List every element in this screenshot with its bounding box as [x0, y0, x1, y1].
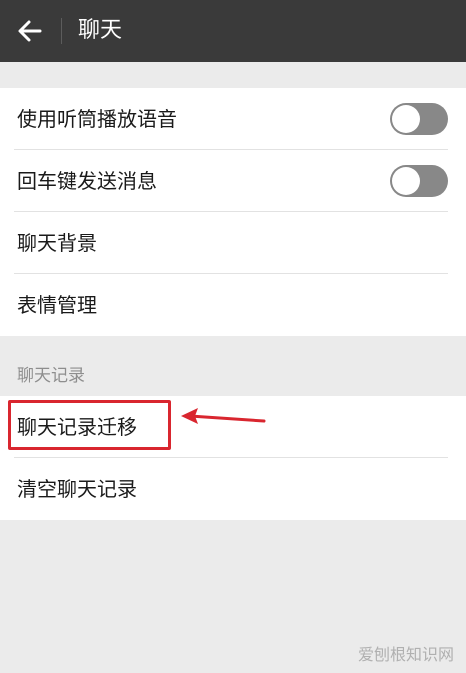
- settings-item-sticker-management[interactable]: 表情管理: [0, 274, 466, 336]
- toggle-knob: [392, 167, 420, 195]
- enter-to-send-toggle[interactable]: [390, 165, 448, 197]
- settings-item-enter-to-send[interactable]: 回车键发送消息: [0, 150, 466, 212]
- section-header-chat-history: 聊天记录: [17, 366, 85, 386]
- red-arrow-icon: [178, 404, 268, 434]
- toggle-knob: [392, 105, 420, 133]
- settings-item-label: 使用听筒播放语音: [17, 107, 177, 131]
- settings-item-label: 回车键发送消息: [17, 169, 157, 193]
- chat-settings-group: 使用听筒播放语音 回车键发送消息 聊天背景 表情管理: [0, 88, 466, 336]
- earpiece-toggle[interactable]: [390, 103, 448, 135]
- settings-item-earpiece[interactable]: 使用听筒播放语音: [0, 88, 466, 150]
- settings-item-label: 表情管理: [17, 293, 97, 317]
- watermark: 爱刨根知识网: [357, 645, 454, 664]
- settings-item-label: 聊天背景: [17, 231, 97, 255]
- settings-item-label: 清空聊天记录: [17, 477, 137, 501]
- back-arrow-icon[interactable]: [14, 15, 46, 47]
- settings-item-clear-history[interactable]: 清空聊天记录: [0, 458, 466, 520]
- highlight-box: [8, 400, 171, 450]
- app-bar: 聊天: [0, 0, 466, 62]
- settings-item-chat-background[interactable]: 聊天背景: [0, 212, 466, 274]
- appbar-divider: [61, 18, 62, 44]
- page-title: 聊天: [78, 18, 123, 43]
